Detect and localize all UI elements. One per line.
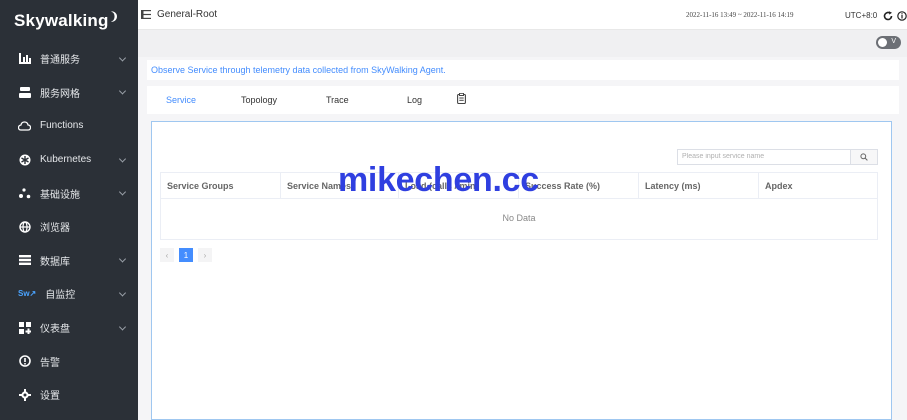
- sidebar-item-functions[interactable]: Functions: [0, 109, 138, 143]
- column-header: Service Groups: [161, 173, 281, 198]
- globe-icon: [18, 220, 31, 233]
- chart-bar-icon: [18, 52, 31, 65]
- chevron-down-icon: [118, 87, 127, 95]
- sidebar-item-browser[interactable]: 浏览器: [0, 210, 138, 244]
- sidebar-item-label: 普通服务: [40, 55, 80, 67]
- sidebar-item-label: 基础设施: [40, 189, 80, 201]
- sidebar-item-service-mesh[interactable]: 服务网格: [0, 76, 138, 110]
- sidebar-item-label: 浏览器: [40, 223, 70, 235]
- timezone-label[interactable]: UTC+8:0: [845, 11, 877, 20]
- sidebar: Skywalking ❩ 普通服务 服务网格 Functions Kuberne…: [0, 0, 138, 420]
- self-observability-icon: Sw↗: [18, 289, 37, 299]
- cloud-icon: [18, 119, 31, 132]
- reload-icon[interactable]: [883, 8, 893, 26]
- sidebar-item-label: Kubernetes: [40, 154, 92, 166]
- chevron-down-icon: [118, 255, 127, 263]
- page-number-button[interactable]: 1: [179, 248, 193, 262]
- sidebar-item-settings[interactable]: 设置: [0, 378, 138, 412]
- sidebar-item-alarm[interactable]: 告警: [0, 344, 138, 378]
- chevron-down-icon: [118, 54, 127, 62]
- view-mode-toggle[interactable]: V: [876, 36, 901, 49]
- dashboard-icon: [18, 321, 31, 334]
- main-content: General-Root 2022-11-16 13:49 ~ 2022-11-…: [138, 0, 907, 420]
- toggle-knob: [878, 38, 887, 47]
- date-range-picker[interactable]: 2022-11-16 13:49 ~ 2022-11-16 14:19: [686, 11, 793, 19]
- sidebar-item-label: 告警: [40, 357, 60, 369]
- logo[interactable]: Skywalking ❩: [0, 0, 138, 42]
- logo-text: Skywalking: [14, 11, 109, 30]
- info-icon[interactable]: [897, 8, 907, 26]
- chevron-down-icon: [118, 323, 127, 331]
- toggle-label: V: [891, 38, 896, 45]
- next-page-button[interactable]: ›: [198, 248, 212, 262]
- server-stack-icon: [18, 86, 31, 99]
- sidebar-item-label: 自监控: [45, 290, 76, 302]
- sidebar-item-label: 仪表盘: [40, 324, 70, 336]
- top-bar: General-Root 2022-11-16 13:49 ~ 2022-11-…: [138, 0, 907, 30]
- search-box[interactable]: [677, 149, 851, 165]
- sidebar-item-label: Functions: [40, 120, 84, 132]
- column-header: Apdex: [765, 181, 793, 191]
- sidebar-item-infrastructure[interactable]: 基础设施: [0, 176, 138, 210]
- search-button[interactable]: [850, 149, 878, 165]
- clipboard-icon[interactable]: [457, 92, 466, 106]
- sidebar-item-label: 设置: [40, 391, 60, 403]
- settings-gear-icon: [18, 388, 31, 401]
- database-list-icon: [18, 254, 31, 267]
- sidebar-item-dashboard[interactable]: 仪表盘: [0, 311, 138, 345]
- kubernetes-icon: [18, 153, 31, 166]
- logo-swoosh-icon: ❩: [109, 10, 120, 23]
- tab-service[interactable]: Service: [166, 95, 196, 105]
- service-notice: Observe Service through telemetry data c…: [147, 60, 899, 80]
- sidebar-item-general-service[interactable]: 普通服务: [0, 42, 138, 76]
- sidebar-item-label: 数据库: [40, 256, 70, 268]
- watermark-text: mikechen.cc: [338, 161, 539, 199]
- search-input[interactable]: [682, 153, 842, 160]
- sidebar-item-database[interactable]: 数据库: [0, 244, 138, 278]
- tab-topology[interactable]: Topology: [241, 95, 277, 105]
- chevron-down-icon: [118, 188, 127, 196]
- sub-bar: V: [138, 30, 907, 57]
- menu-list-icon[interactable]: [141, 6, 151, 24]
- chevron-down-icon: [118, 155, 127, 163]
- empty-table-message: No Data: [502, 213, 536, 223]
- tab-bar: Service Topology Trace Log: [147, 86, 899, 114]
- column-header: Latency (ms): [639, 173, 759, 198]
- tab-trace[interactable]: Trace: [326, 95, 349, 105]
- sidebar-item-label: 服务网格: [40, 88, 80, 100]
- page-title: General-Root: [157, 9, 218, 20]
- infrastructure-icon: [18, 187, 31, 200]
- sidebar-item-self-observability[interactable]: Sw↗ 自监控: [0, 277, 138, 311]
- prev-page-button[interactable]: ‹: [160, 248, 174, 262]
- pagination: ‹ 1 ›: [160, 248, 212, 262]
- tab-log[interactable]: Log: [407, 95, 422, 105]
- alarm-icon: [18, 355, 31, 368]
- sidebar-item-kubernetes[interactable]: Kubernetes: [0, 143, 138, 177]
- search-icon: [860, 148, 868, 166]
- chevron-down-icon: [118, 289, 127, 297]
